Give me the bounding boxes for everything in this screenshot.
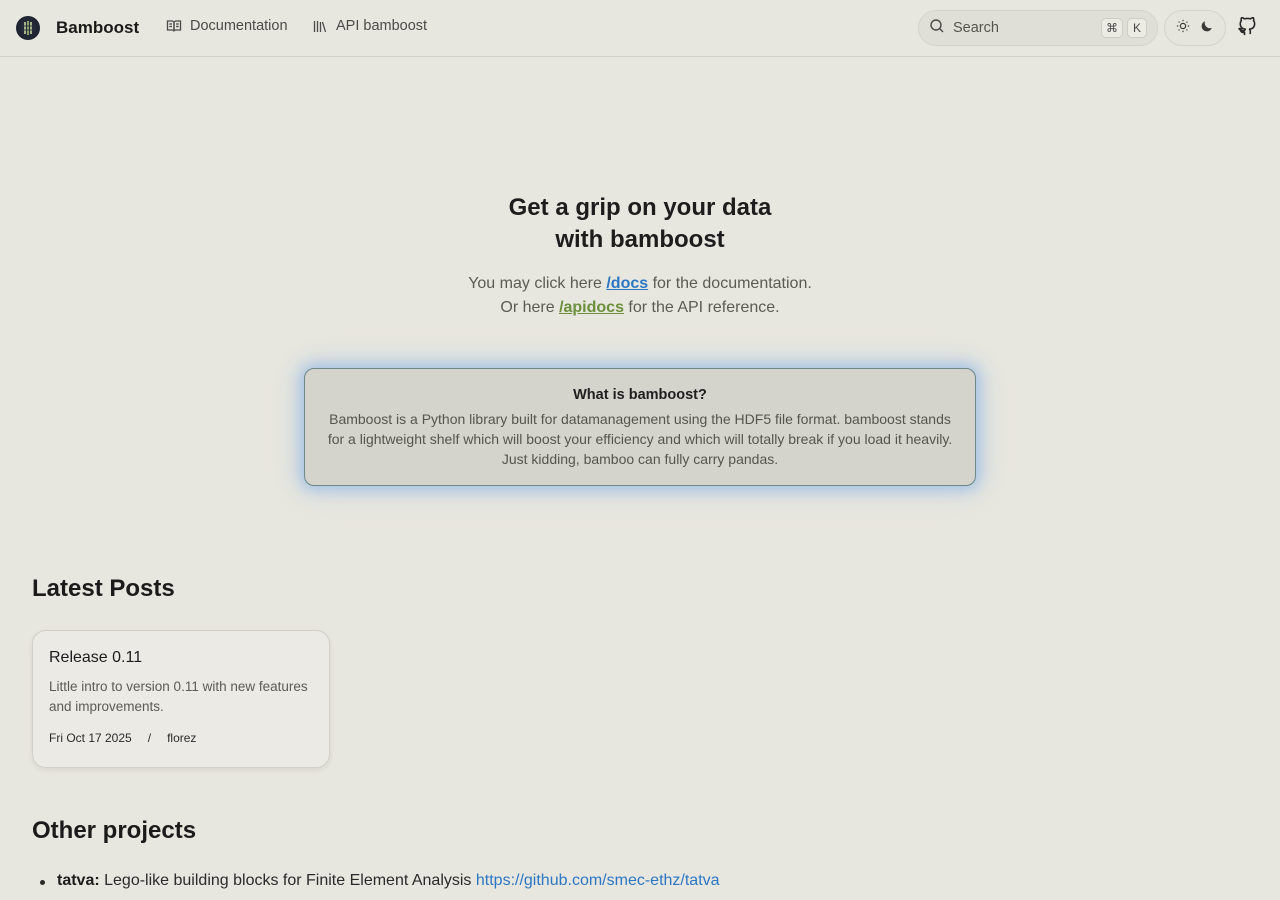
about-title: What is bamboost? (573, 387, 707, 403)
post-author: florez (167, 731, 197, 745)
post-meta-separator: / (147, 731, 152, 745)
hero-line2-suffix: for the API reference. (623, 299, 780, 316)
project-name: tatva: (57, 872, 100, 889)
nav-link-label: API bamboost (336, 18, 428, 34)
nav-link-api[interactable]: API bamboost (312, 18, 427, 34)
project-description: Lego-like building blocks for Finite Ele… (99, 872, 476, 889)
list-item: tatva: Lego-like building blocks for Fin… (40, 872, 720, 890)
library-icon (312, 18, 328, 34)
shortcut-modifier-key: ⌘ (1101, 18, 1123, 38)
book-open-icon (166, 18, 182, 34)
hero-title-line1: Get a grip on your data (508, 194, 772, 221)
post-description: Little intro to version 0.11 with new fe… (49, 679, 308, 714)
projects-list: tatva: Lego-like building blocks for Fin… (40, 872, 720, 890)
moon-icon[interactable] (1200, 19, 1214, 38)
top-navbar: Bamboost Documentation API bamboost Sear… (0, 0, 1280, 57)
nav-link-documentation[interactable]: Documentation (166, 18, 288, 34)
search-placeholder: Search (953, 20, 999, 36)
hero-line1-suffix: for the documentation. (648, 275, 812, 292)
hero-line2-prefix: Or here (500, 299, 560, 316)
about-text: Bamboost is a Python library built for d… (327, 411, 953, 467)
github-link[interactable] (1237, 16, 1257, 42)
post-date: Fri Oct 17 2025 (49, 731, 132, 745)
hero-title: Get a grip on your data with bamboost (0, 192, 1280, 256)
brand-name: Bamboost (56, 18, 140, 37)
theme-toggle[interactable] (1164, 10, 1226, 46)
search-icon (929, 18, 945, 39)
docs-link[interactable]: /docs (606, 275, 648, 292)
sun-icon[interactable] (1176, 19, 1190, 38)
hero-subtitle: You may click here /docs for the documen… (0, 272, 1280, 320)
post-meta: Fri Oct 17 2025 / florez (49, 731, 313, 745)
brand-home-link[interactable]: Bamboost (16, 16, 139, 40)
apidocs-link[interactable]: /apidocs (559, 299, 624, 316)
post-card[interactable]: Release 0.11 Little intro to version 0.1… (32, 630, 330, 768)
search-bar[interactable]: Search ⌘ K (918, 10, 1158, 46)
github-icon (1237, 16, 1257, 41)
other-projects-heading: Other projects (32, 817, 197, 844)
nav-link-label: Documentation (190, 18, 288, 34)
hero-line1-prefix: You may click here (468, 275, 607, 292)
shortcut-key: K (1127, 18, 1147, 38)
post-title: Release 0.11 (49, 649, 143, 666)
bamboo-logo-icon (16, 16, 40, 40)
latest-posts-heading: Latest Posts (32, 575, 175, 602)
project-link[interactable]: https://github.com/smec-ethz/tatva (476, 872, 720, 889)
about-card: What is bamboost? Bamboost is a Python l… (304, 368, 976, 486)
hero-title-line2: with bamboost (555, 226, 725, 253)
